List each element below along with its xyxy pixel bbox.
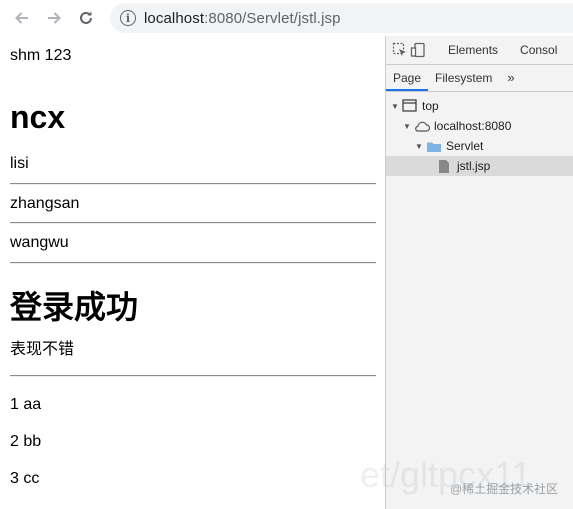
tree-node-folder[interactable]: ▼ Servlet [386,136,573,156]
list-item: zhangsan [10,195,80,212]
url-path: :8080/Servlet/jstl.jsp [204,9,341,27]
forward-button[interactable] [38,0,70,36]
sources-subtabs: Page Filesystem » [386,65,573,92]
page-content: shm 123 ncx lisi zhangsan wangwu 登录成功 表现… [0,36,385,509]
tree-label: jstl.jsp [457,159,491,173]
divider [10,222,376,224]
reload-icon [80,11,92,24]
list-item: 3 cc [10,470,40,487]
tree-label: top [422,99,439,113]
file-tree: ▼ top ▼ localhost:8080 ▼ Servlet jstl.js… [386,92,573,176]
url-host: localhost [144,9,205,27]
back-button[interactable] [6,0,38,36]
frame-icon [402,99,417,112]
devtools-panel: Elements Consol Page Filesystem » ▼ top … [385,36,573,509]
inspect-element-icon[interactable] [392,39,408,61]
user-info-text: shm 123 [10,47,72,64]
tree-node-file[interactable]: jstl.jsp [386,156,573,176]
cloud-icon [415,121,431,132]
heading-login-success: 登录成功 [10,289,139,325]
tree-label: localhost:8080 [434,119,512,133]
address-bar[interactable]: i localhost:8080/Servlet/jstl.jsp [110,3,573,33]
forward-arrow-icon [48,12,61,24]
tree-node-host[interactable]: ▼ localhost:8080 [386,116,573,136]
site-info-icon[interactable]: i [120,10,136,26]
list-item: lisi [10,155,29,172]
expand-arrow-icon[interactable]: ▼ [414,142,424,151]
expand-arrow-icon[interactable]: ▼ [402,122,412,131]
subtab-page[interactable]: Page [386,64,429,91]
folder-icon [427,142,441,152]
reload-button[interactable] [70,0,102,36]
back-arrow-icon [15,12,28,24]
list-item: wangwu [10,234,69,251]
tree-label: Servlet [446,139,484,153]
more-tabs-button[interactable]: » [499,70,520,91]
device-toolbar-icon[interactable] [410,39,426,61]
list-item: 1 aa [10,396,42,413]
devtools-main-tabs: Elements Consol [386,36,573,65]
tab-elements[interactable]: Elements [448,43,498,57]
tab-console[interactable]: Consol [520,43,557,57]
remark-text: 表现不错 [10,341,75,358]
heading-name: ncx [10,99,66,135]
expand-arrow-icon[interactable]: ▼ [390,102,400,111]
divider [10,375,376,377]
list-item: 2 bb [10,433,42,450]
subtab-filesystem[interactable]: Filesystem [428,64,499,91]
divider [10,183,376,185]
browser-toolbar: i localhost:8080/Servlet/jstl.jsp [0,0,573,36]
file-icon [439,159,449,173]
divider [10,262,376,264]
tree-node-top[interactable]: ▼ top [386,96,573,116]
watermark-site-text: @稀土掘金技术社区 [450,482,559,496]
url-text[interactable]: localhost:8080/Servlet/jstl.jsp [144,10,341,27]
